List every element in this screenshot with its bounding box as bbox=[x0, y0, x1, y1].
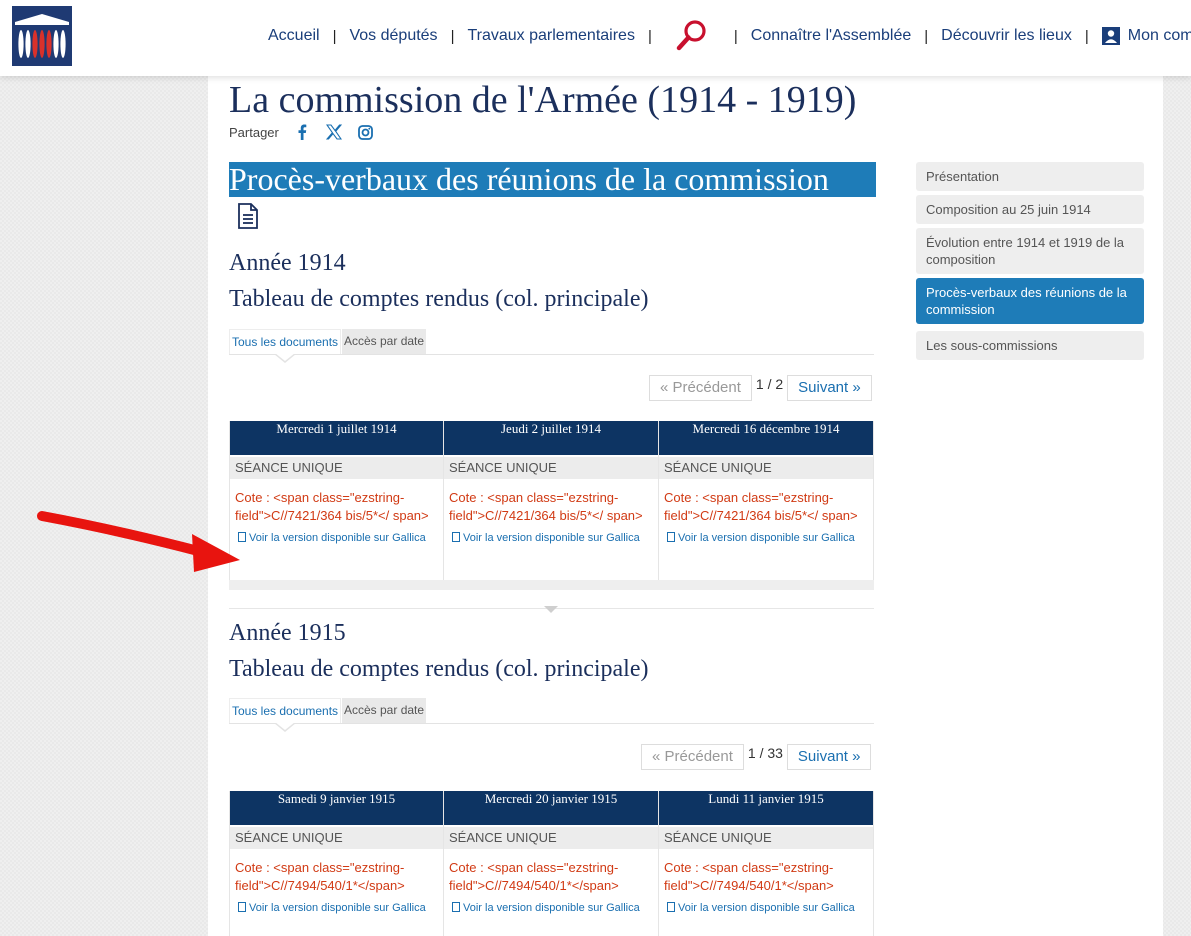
active-tab-caret bbox=[274, 722, 296, 732]
nav-separator: | bbox=[450, 27, 455, 45]
record-date: Mercredi 1 juillet 1914 bbox=[230, 421, 443, 455]
main-nav: Accueil | Vos députés | Travaux parlemen… bbox=[268, 19, 1191, 53]
tab-acces-par-date[interactable]: Accès par date bbox=[342, 698, 426, 723]
divider-caret bbox=[544, 606, 558, 613]
gallica-link-label[interactable]: Voir la version disponible sur Gallica bbox=[463, 532, 640, 544]
cote-text: Cote : <span class="ezstring-field">C//7… bbox=[449, 490, 643, 523]
pager-1914: « Précédent 1 / 2 Suivant » bbox=[649, 375, 872, 401]
record-column: Mercredi 20 janvier 1915 SÉANCE UNIQUE C… bbox=[444, 791, 659, 936]
seance-label: SÉANCE UNIQUE bbox=[659, 827, 873, 849]
pager-1915: « Précédent 1 / 33 Suivant » bbox=[641, 744, 872, 770]
assemblee-logo[interactable] bbox=[12, 6, 72, 66]
section-title: Procès-verbaux des réunions de la commis… bbox=[229, 162, 876, 197]
account-icon[interactable] bbox=[1101, 27, 1120, 45]
gallica-link[interactable]: Voir la version disponible sur Gallica bbox=[444, 895, 658, 916]
gallica-link-label[interactable]: Voir la version disponible sur Gallica bbox=[249, 532, 426, 544]
nav-separator: | bbox=[733, 27, 738, 45]
record-column: Mercredi 16 décembre 1914 SÉANCE UNIQUE … bbox=[659, 421, 874, 581]
nav-mon-compte[interactable]: Mon comp bbox=[1128, 27, 1191, 45]
tabs-1915: Tous les documents Accès par date bbox=[229, 698, 874, 732]
gallica-link[interactable]: Voir la version disponible sur Gallica bbox=[659, 895, 873, 916]
page-count: 1 / 2 bbox=[755, 376, 784, 392]
record-column: Jeudi 2 juillet 1914 SÉANCE UNIQUE Cote … bbox=[444, 421, 659, 581]
cote-text: Cote : <span class="ezstring-field">C//7… bbox=[235, 490, 429, 523]
previous-button[interactable]: « Précédent bbox=[641, 744, 744, 770]
page-icon bbox=[238, 902, 246, 912]
nav-decouvrir-lieux[interactable]: Découvrir les lieux bbox=[941, 27, 1072, 45]
page-title: La commission de l'Armée (1914 - 1919) bbox=[229, 79, 857, 121]
seance-label: SÉANCE UNIQUE bbox=[444, 457, 658, 479]
record-column: Samedi 9 janvier 1915 SÉANCE UNIQUE Cote… bbox=[229, 791, 444, 936]
nav-connaitre-assemblee[interactable]: Connaître l'Assemblée bbox=[751, 27, 911, 45]
gallica-link-label[interactable]: Voir la version disponible sur Gallica bbox=[678, 902, 855, 914]
cote-text: Cote : <span class="ezstring-field">C//7… bbox=[449, 860, 619, 893]
page-icon bbox=[452, 532, 460, 542]
tab-tous-les-documents[interactable]: Tous les documents bbox=[229, 329, 341, 354]
gallica-link[interactable]: Voir la version disponible sur Gallica bbox=[444, 525, 658, 546]
seance-label: SÉANCE UNIQUE bbox=[444, 827, 658, 849]
sidebar-item-sous-commissions[interactable]: Les sous-commissions bbox=[916, 331, 1144, 360]
x-icon[interactable] bbox=[325, 123, 343, 141]
year-heading-1915: Année 1915 bbox=[229, 620, 346, 646]
next-button[interactable]: Suivant » bbox=[786, 744, 872, 770]
table-title-1915: Tableau de comptes rendus (col. principa… bbox=[229, 656, 649, 682]
facebook-icon[interactable] bbox=[293, 123, 311, 141]
page-icon bbox=[667, 532, 675, 542]
sidebar-item-composition[interactable]: Composition au 25 juin 1914 bbox=[916, 195, 1144, 224]
grid-footer bbox=[229, 580, 874, 590]
nav-separator: | bbox=[332, 27, 337, 45]
nav-vos-deputes[interactable]: Vos députés bbox=[349, 27, 437, 45]
gallica-link-label[interactable]: Voir la version disponible sur Gallica bbox=[249, 902, 426, 914]
record-date: Mercredi 20 janvier 1915 bbox=[444, 791, 658, 825]
page-icon bbox=[238, 532, 246, 542]
sidebar-item-presentation[interactable]: Présentation bbox=[916, 162, 1144, 191]
section-divider bbox=[229, 606, 874, 613]
record-column: Mercredi 1 juillet 1914 SÉANCE UNIQUE Co… bbox=[229, 421, 444, 581]
share-label: Partager bbox=[229, 124, 279, 140]
nav-separator: | bbox=[647, 27, 652, 45]
share-bar: Partager bbox=[229, 123, 375, 141]
tab-tous-les-documents[interactable]: Tous les documents bbox=[229, 698, 341, 723]
record-column: Lundi 11 janvier 1915 SÉANCE UNIQUE Cote… bbox=[659, 791, 874, 936]
nav-separator: | bbox=[1084, 27, 1089, 45]
previous-button[interactable]: « Précédent bbox=[649, 375, 752, 401]
record-date: Lundi 11 janvier 1915 bbox=[659, 791, 873, 825]
cote-text: Cote : <span class="ezstring-field">C//7… bbox=[664, 860, 834, 893]
gallica-link[interactable]: Voir la version disponible sur Gallica bbox=[659, 525, 873, 546]
gallica-link[interactable]: Voir la version disponible sur Gallica bbox=[230, 895, 443, 916]
top-navigation-bar: Accueil | Vos députés | Travaux parlemen… bbox=[0, 0, 1191, 76]
cote-text: Cote : <span class="ezstring-field">C//7… bbox=[235, 860, 405, 893]
gallica-link[interactable]: Voir la version disponible sur Gallica bbox=[230, 525, 443, 546]
nav-separator: | bbox=[924, 27, 929, 45]
active-tab-caret bbox=[274, 353, 296, 363]
tab-acces-par-date[interactable]: Accès par date bbox=[342, 329, 426, 354]
records-grid-1915: Samedi 9 janvier 1915 SÉANCE UNIQUE Cote… bbox=[229, 791, 874, 936]
sidebar-item-proces-verbaux[interactable]: Procès-verbaux des réunions de la commis… bbox=[916, 278, 1144, 324]
page-icon bbox=[667, 902, 675, 912]
page-count: 1 / 33 bbox=[747, 745, 783, 761]
tabs-1914: Tous les documents Accès par date bbox=[229, 329, 874, 363]
gallica-link-label[interactable]: Voir la version disponible sur Gallica bbox=[463, 902, 640, 914]
search-icon[interactable] bbox=[675, 19, 709, 53]
records-grid-1914: Mercredi 1 juillet 1914 SÉANCE UNIQUE Co… bbox=[229, 421, 874, 581]
document-icon[interactable] bbox=[237, 203, 259, 229]
seance-label: SÉANCE UNIQUE bbox=[230, 827, 443, 849]
page-icon bbox=[452, 902, 460, 912]
next-button[interactable]: Suivant » bbox=[787, 375, 872, 401]
nav-accueil[interactable]: Accueil bbox=[268, 27, 320, 45]
cote-text: Cote : <span class="ezstring-field">C//7… bbox=[664, 490, 858, 523]
seance-label: SÉANCE UNIQUE bbox=[659, 457, 873, 479]
seance-label: SÉANCE UNIQUE bbox=[230, 457, 443, 479]
sidebar-item-evolution[interactable]: Évolution entre 1914 et 1919 de la compo… bbox=[916, 228, 1144, 274]
record-date: Jeudi 2 juillet 1914 bbox=[444, 421, 658, 455]
nav-travaux-parlementaires[interactable]: Travaux parlementaires bbox=[467, 27, 634, 45]
record-date: Mercredi 16 décembre 1914 bbox=[659, 421, 873, 455]
gallica-link-label[interactable]: Voir la version disponible sur Gallica bbox=[678, 532, 855, 544]
record-date: Samedi 9 janvier 1915 bbox=[230, 791, 443, 825]
year-heading-1914: Année 1914 bbox=[229, 250, 346, 276]
instagram-icon[interactable] bbox=[357, 123, 375, 141]
table-title-1914: Tableau de comptes rendus (col. principa… bbox=[229, 286, 649, 312]
